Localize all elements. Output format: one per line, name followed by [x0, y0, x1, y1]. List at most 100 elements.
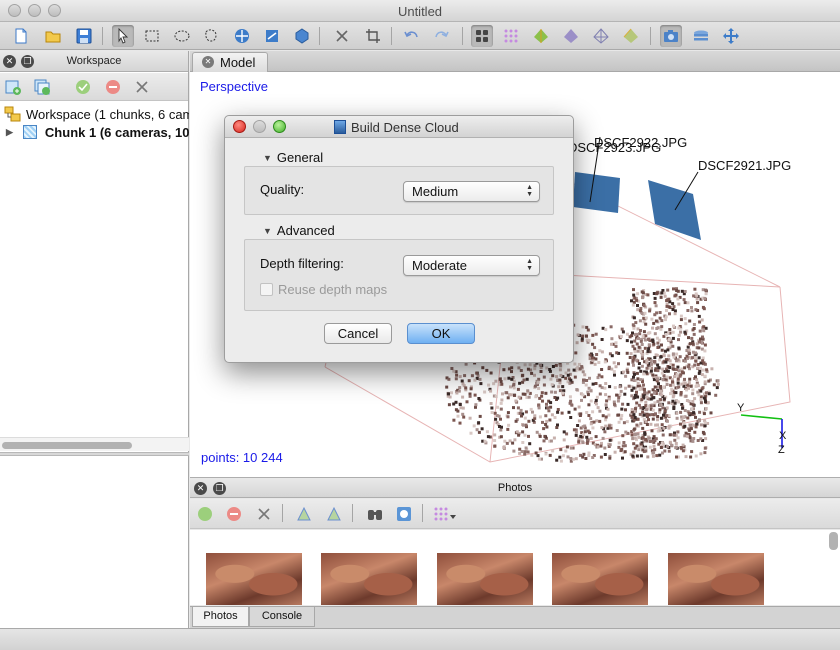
- thumbnail-size-icon[interactable]: [430, 503, 460, 525]
- mask-photos-icon[interactable]: [364, 503, 386, 525]
- general-section-header[interactable]: ▼ General: [263, 150, 329, 165]
- rotate-right-icon[interactable]: [323, 503, 345, 525]
- tree-item-label: Chunk 1 (6 cameras, 10 244 points): [44, 124, 189, 140]
- resize-region-icon[interactable]: [291, 25, 313, 47]
- axis-x-label: X: [779, 430, 787, 442]
- photo-thumbnail[interactable]: [552, 553, 648, 605]
- workspace-icon: [4, 106, 22, 122]
- tab-label: Model: [220, 55, 256, 70]
- enable-photos-icon[interactable]: [194, 503, 216, 525]
- pointer-tool-icon[interactable]: [112, 25, 134, 47]
- ellipse-selection-icon[interactable]: [171, 25, 193, 47]
- disable-cameras-icon[interactable]: [102, 76, 124, 98]
- app-icon: [334, 120, 346, 134]
- photos-vertical-scrollbar[interactable]: [829, 532, 838, 550]
- photos-grid: [190, 530, 840, 605]
- point-count-label: points: 10 244: [201, 450, 283, 465]
- build-dense-cloud-dialog: Build Dense Cloud ▼ General Quality: Med…: [224, 115, 574, 363]
- cancel-button[interactable]: Cancel: [324, 323, 392, 344]
- photo-thumbnail[interactable]: [437, 553, 533, 605]
- reuse-depth-maps-checkbox[interactable]: [260, 283, 273, 296]
- model-tabbar: ✕ Model: [190, 51, 840, 72]
- show-region-icon[interactable]: [690, 25, 712, 47]
- ok-button[interactable]: OK: [407, 323, 475, 344]
- status-bar: [0, 628, 840, 650]
- workspace-tree: Workspace (1 chunks, 6 cameras) ▶ Chunk …: [0, 103, 189, 433]
- disable-photos-icon[interactable]: [223, 503, 245, 525]
- photos-header: ✕ ❐ Photos: [190, 477, 840, 498]
- quality-select[interactable]: Medium ▲ ▼: [403, 181, 540, 202]
- open-folder-icon[interactable]: [42, 25, 64, 47]
- rectangle-selection-icon[interactable]: [141, 25, 163, 47]
- photo-thumbnail[interactable]: [206, 553, 302, 605]
- general-label: General: [276, 150, 324, 165]
- reuse-depth-maps-label: Reuse depth maps: [278, 282, 388, 297]
- tab-photos[interactable]: Photos: [192, 607, 249, 627]
- axis-z-label: Z: [778, 444, 785, 456]
- dialog-title: Build Dense Cloud: [351, 120, 459, 135]
- camera-label: DSCF2922.JPG: [594, 135, 688, 150]
- photos-title: Photos: [497, 482, 533, 494]
- remove-photos-icon[interactable]: [253, 503, 275, 525]
- textured-model-icon[interactable]: [620, 25, 642, 47]
- remove-items-icon[interactable]: [131, 76, 153, 98]
- bottom-tabbar: Photos Console: [190, 606, 840, 628]
- crop-selection-icon[interactable]: [362, 25, 384, 47]
- camera-plane: [648, 180, 701, 240]
- free-form-selection-icon[interactable]: [200, 25, 222, 47]
- new-document-icon[interactable]: [10, 25, 32, 47]
- grid-view-icon[interactable]: [471, 25, 493, 47]
- main-toolbar: [0, 22, 840, 50]
- tab-console[interactable]: Console: [249, 607, 315, 627]
- select-arrows-icon: ▲ ▼: [526, 258, 533, 272]
- solid-model-icon[interactable]: [560, 25, 582, 47]
- show-cameras-icon[interactable]: [660, 25, 682, 47]
- depth-filtering-label: Depth filtering:: [260, 256, 344, 271]
- camera-calibration-icon[interactable]: [393, 503, 415, 525]
- photo-thumbnail[interactable]: [321, 553, 417, 605]
- add-chunk-icon[interactable]: [2, 76, 24, 98]
- select-arrows-icon: ▲ ▼: [526, 184, 533, 198]
- collapse-arrow-icon: ▼: [263, 152, 272, 163]
- tree-item-chunk[interactable]: ▶ Chunk 1 (6 cameras, 10 244 points): [6, 123, 189, 141]
- collapse-arrow-icon: ▼: [263, 225, 272, 236]
- camera-label: DSCF2921.JPG: [698, 158, 792, 173]
- tree-item-label: Workspace (1 chunks, 6 cameras): [26, 106, 189, 122]
- undo-icon[interactable]: [401, 25, 423, 47]
- minimize-dialog-button[interactable]: [253, 120, 266, 133]
- workspace-horizontal-scrollbar[interactable]: [0, 437, 189, 451]
- tree-item-workspace[interactable]: Workspace (1 chunks, 6 cameras): [4, 105, 189, 123]
- depth-filtering-select[interactable]: Moderate ▲ ▼: [403, 255, 540, 276]
- close-tab-icon[interactable]: ✕: [202, 56, 214, 68]
- close-dialog-button[interactable]: [233, 120, 246, 133]
- expand-arrow-icon[interactable]: ▶: [6, 127, 13, 138]
- workspace-header: ✕ ❐ Workspace: [0, 51, 188, 72]
- window-titlebar: Untitled: [0, 0, 840, 22]
- dialog-titlebar: Build Dense Cloud: [225, 116, 573, 138]
- save-icon[interactable]: [73, 25, 95, 47]
- photo-thumbnail[interactable]: [668, 553, 764, 605]
- reuse-depth-maps-option: Reuse depth maps: [260, 282, 387, 297]
- tab-model[interactable]: ✕ Model: [192, 52, 268, 72]
- quality-label: Quality:: [260, 182, 305, 197]
- camera-plane: [573, 172, 620, 213]
- enable-cameras-icon[interactable]: [72, 76, 94, 98]
- axis-y-label: Y: [737, 402, 745, 414]
- depth-filtering-value: Moderate: [412, 258, 467, 273]
- wireframe-model-icon[interactable]: [590, 25, 612, 47]
- zoom-dialog-button[interactable]: [273, 120, 286, 133]
- navigation-mode-icon[interactable]: [231, 25, 253, 47]
- point-cloud-view-icon[interactable]: [500, 25, 522, 47]
- redo-icon[interactable]: [430, 25, 452, 47]
- workspace-toolbar: [0, 73, 188, 101]
- workspace-splitter[interactable]: [0, 452, 189, 456]
- add-photos-icon[interactable]: [31, 76, 53, 98]
- view-mode-label: Perspective: [200, 79, 268, 94]
- move-region-icon[interactable]: [720, 25, 742, 47]
- shaded-model-icon[interactable]: [530, 25, 552, 47]
- delete-selection-icon[interactable]: [331, 25, 353, 47]
- advanced-section-header[interactable]: ▼ Advanced: [263, 223, 340, 238]
- rotate-object-icon[interactable]: [261, 25, 283, 47]
- rotate-left-icon[interactable]: [293, 503, 315, 525]
- workspace-pane: ✕ ❐ Workspace Workspace (1 chunks, 6 cam…: [0, 51, 189, 628]
